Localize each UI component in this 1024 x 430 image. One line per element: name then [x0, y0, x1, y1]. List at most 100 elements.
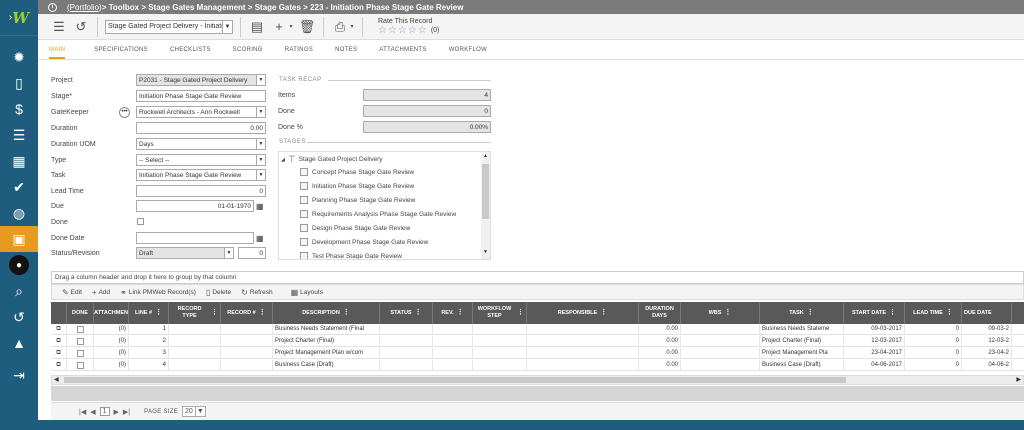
record-selector[interactable]: Stage Gated Project Delivery - Initiati …	[105, 19, 233, 34]
edit-button[interactable]: ✎ Edit	[62, 288, 82, 297]
table-row[interactable]: ⧉ (0) 4 Business Case (Draft) 0.00 Busin…	[51, 360, 1024, 371]
header-wbs[interactable]: WBS ⋮	[681, 302, 760, 324]
save-icon[interactable]: ▤	[248, 18, 266, 36]
kebab-icon[interactable]: ⋮	[807, 309, 814, 317]
ellipsis-icon[interactable]: •••	[119, 106, 130, 118]
scrollbar-thumb[interactable]	[482, 164, 489, 219]
header-workflow-step[interactable]: WORKFLOW STEP ⋮	[473, 302, 527, 324]
first-page-icon[interactable]: |◀	[79, 408, 86, 416]
header-line[interactable]: LINE # ⋮	[129, 302, 169, 324]
globe-icon[interactable]: ◍	[0, 200, 38, 226]
document-icon[interactable]: ▯	[0, 70, 38, 96]
row-edit-icon[interactable]: ⧉	[51, 336, 67, 346]
tab-scoring[interactable]: SCORING	[233, 47, 263, 53]
tab-specifications[interactable]: SPECIFICATIONS	[94, 47, 148, 53]
briefcase-icon[interactable]: ▣	[0, 226, 38, 252]
header-status[interactable]: STATUS ⋮	[380, 302, 433, 324]
header-attachments[interactable]: ATTACHMEN	[94, 302, 129, 324]
kebab-icon[interactable]: ⋮	[946, 309, 953, 317]
row-done-cell[interactable]	[67, 360, 94, 370]
row-attach-cell[interactable]: (0)	[94, 336, 129, 346]
kebab-icon[interactable]: ⋮	[155, 309, 162, 317]
print-icon[interactable]: ⎙	[331, 18, 349, 36]
header-record-number[interactable]: RECORD # ⋮	[221, 302, 273, 324]
avatar-icon[interactable]: ●	[0, 252, 38, 278]
kebab-icon[interactable]: ⋮	[724, 309, 731, 317]
table-row[interactable]: ⧉ (0) 3 Project Management Plan w/com 0.…	[51, 348, 1024, 359]
row-edit-icon[interactable]: ⧉	[51, 360, 67, 370]
gantt-icon[interactable]: ☰	[0, 122, 38, 148]
scroll-right-icon[interactable]: ▶	[1016, 376, 1021, 383]
project-select[interactable]: P2031 - Stage Gated Project Delivery ▼	[136, 74, 266, 86]
header-done[interactable]: DONE	[67, 302, 94, 324]
tree-item[interactable]: Planning Phase Stage Gate Review	[300, 196, 415, 204]
header-duration-days[interactable]: DURATION DAYS	[639, 302, 681, 324]
scrollbar-thumb[interactable]	[64, 377, 846, 383]
stage-field[interactable]: Initiation Phase Stage Gate Review	[136, 90, 266, 102]
building-icon[interactable]: ▦	[0, 148, 38, 174]
task-select[interactable]: Initiation Phase Stage Gate Review ▼	[136, 169, 266, 181]
scroll-left-icon[interactable]: ◀	[54, 376, 59, 383]
tab-main[interactable]: MAIN	[49, 47, 66, 59]
table-row[interactable]: ⧉ (0) 1 Business Needs Statement (Final …	[51, 324, 1024, 335]
tab-ratings[interactable]: RATINGS	[285, 47, 313, 53]
tree-scrollbar[interactable]: ▲ ▼	[481, 152, 490, 259]
last-page-icon[interactable]: ▶|	[123, 408, 130, 416]
link-button[interactable]: ⚭ Link PMWeb Record(s)	[120, 288, 196, 297]
status-select[interactable]: Draft ▼	[136, 247, 234, 259]
done-date-field[interactable]	[136, 232, 254, 244]
row-done-cell[interactable]	[67, 336, 94, 346]
header-lead-time[interactable]: LEAD TIME ⋮	[905, 302, 962, 324]
gatekeeper-select[interactable]: Rockwell Architects - Ann Rockwell ▼	[136, 106, 266, 118]
next-page-icon[interactable]: ▶	[114, 408, 119, 416]
horizontal-scrollbar[interactable]: ◀ ▶	[51, 375, 1024, 385]
group-drop-zone[interactable]: Drag a column header and drop it here to…	[51, 271, 1024, 284]
duration-uom-select[interactable]: Days ▼	[136, 138, 266, 150]
history-icon[interactable]: ↺	[72, 18, 90, 36]
header-rev[interactable]: REV. ⋮	[433, 302, 473, 324]
scroll-down-icon[interactable]: ▼	[483, 249, 488, 255]
row-done-checkbox[interactable]	[76, 361, 84, 369]
history-icon[interactable]: ↺	[0, 304, 38, 330]
prev-page-icon[interactable]: ◀	[90, 408, 95, 416]
portfolio-link[interactable]: (Portfolio)	[67, 3, 102, 12]
row-done-checkbox[interactable]	[76, 325, 84, 333]
chevron-down-icon[interactable]: ▾	[288, 18, 294, 36]
lightbulb-icon[interactable]: ✹	[0, 44, 38, 70]
kebab-icon[interactable]: ⋮	[457, 309, 464, 317]
tab-workflow[interactable]: WORKFLOW	[449, 47, 487, 53]
chevron-down-icon[interactable]: ▾	[349, 18, 355, 36]
current-page[interactable]: 1	[99, 407, 110, 416]
kebab-icon[interactable]: ⋮	[259, 309, 266, 317]
row-edit-icon[interactable]: ⧉	[51, 324, 67, 334]
header-due-date[interactable]: DUE DATE	[962, 302, 1012, 324]
table-row[interactable]: ⧉ (0) 2 Project Charter (Final) 0.00 Pro…	[51, 336, 1024, 347]
kebab-icon[interactable]: ⋮	[600, 309, 607, 317]
revision-field[interactable]: 0	[238, 247, 266, 259]
graduation-cap-icon[interactable]: ▲	[0, 330, 38, 356]
row-done-checkbox[interactable]	[76, 349, 84, 357]
row-done-cell[interactable]	[67, 324, 94, 334]
type-select[interactable]: -- Select -- ▼	[136, 154, 266, 166]
tree-item[interactable]: Initiation Phase Stage Gate Review	[300, 182, 414, 190]
tab-checklists[interactable]: CHECKLISTS	[170, 47, 211, 53]
kebab-icon[interactable]: ⋮	[889, 309, 896, 317]
tree-root[interactable]: ◢ ⊤ Stage Gated Project Delivery	[281, 154, 383, 165]
trash-icon[interactable]: 🗑	[298, 18, 316, 36]
row-attach-cell[interactable]: (0)	[94, 360, 129, 370]
add-icon[interactable]: +	[270, 18, 288, 36]
logout-icon[interactable]: ⇥	[0, 362, 38, 388]
due-field[interactable]: 01-01-1970	[136, 200, 254, 212]
calendar-icon[interactable]: ▦	[256, 202, 264, 211]
row-attach-cell[interactable]: (0)	[94, 348, 129, 358]
caret-icon[interactable]: ◢	[281, 157, 285, 163]
star-rating[interactable]: ☆☆☆☆☆	[378, 25, 428, 36]
header-record-type[interactable]: RECORD TYPE ⋮	[169, 302, 221, 324]
row-done-cell[interactable]	[67, 348, 94, 358]
header-start-date[interactable]: START DATE ⋮	[844, 302, 905, 324]
page-size-select[interactable]: 20 ▼	[182, 406, 206, 417]
done-checkbox[interactable]	[137, 218, 144, 225]
layouts-button[interactable]: ▦ Layouts	[291, 288, 323, 297]
row-attach-cell[interactable]: (0)	[94, 324, 129, 334]
kebab-icon[interactable]: ⋮	[415, 309, 422, 317]
